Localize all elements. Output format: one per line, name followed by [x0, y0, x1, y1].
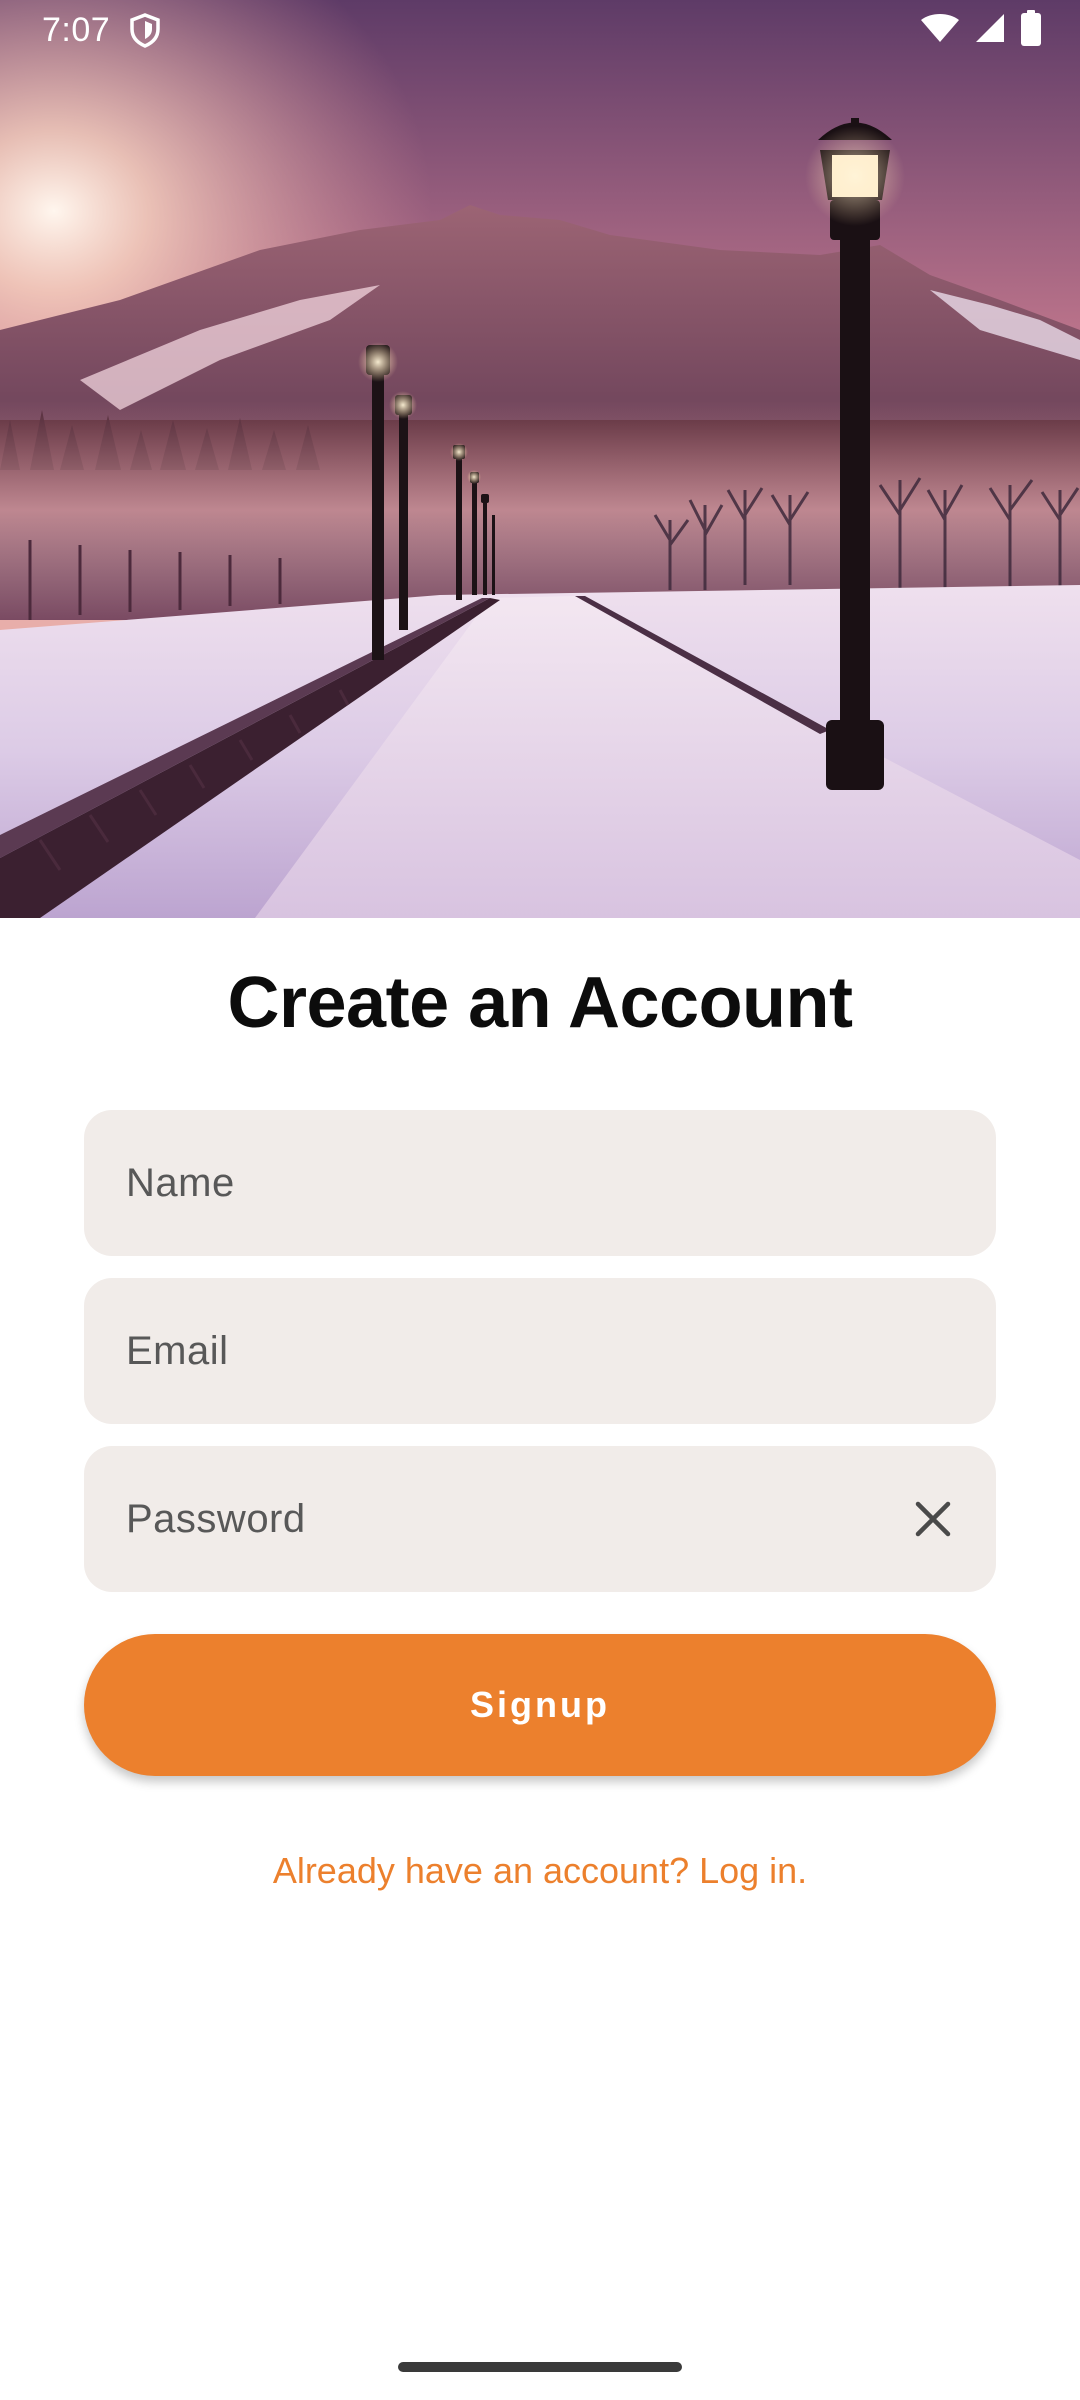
shield-icon: [128, 12, 162, 48]
status-time: 7:07: [42, 11, 111, 49]
status-icons: [920, 9, 1042, 51]
hero-image: [0, 0, 1080, 918]
wifi-icon: [920, 12, 960, 49]
status-bar: 7:07: [0, 0, 1080, 60]
signup-button[interactable]: Signup: [84, 1634, 996, 1776]
password-field[interactable]: [84, 1446, 996, 1592]
email-input[interactable]: [84, 1278, 996, 1424]
cellular-signal-icon: [974, 12, 1006, 49]
email-field[interactable]: [84, 1278, 996, 1424]
name-field[interactable]: [84, 1110, 996, 1256]
login-link[interactable]: Already have an account? Log in.: [0, 1846, 1080, 1896]
home-indicator[interactable]: [398, 2362, 682, 2372]
name-input[interactable]: [84, 1110, 996, 1256]
battery-icon: [1020, 9, 1042, 51]
page-title: Create an Account: [227, 963, 853, 1043]
signup-screen: 7:07 Create an Account Name Email Signup…: [0, 0, 1080, 2400]
password-input[interactable]: [84, 1446, 996, 1592]
close-icon[interactable]: [910, 1496, 956, 1542]
